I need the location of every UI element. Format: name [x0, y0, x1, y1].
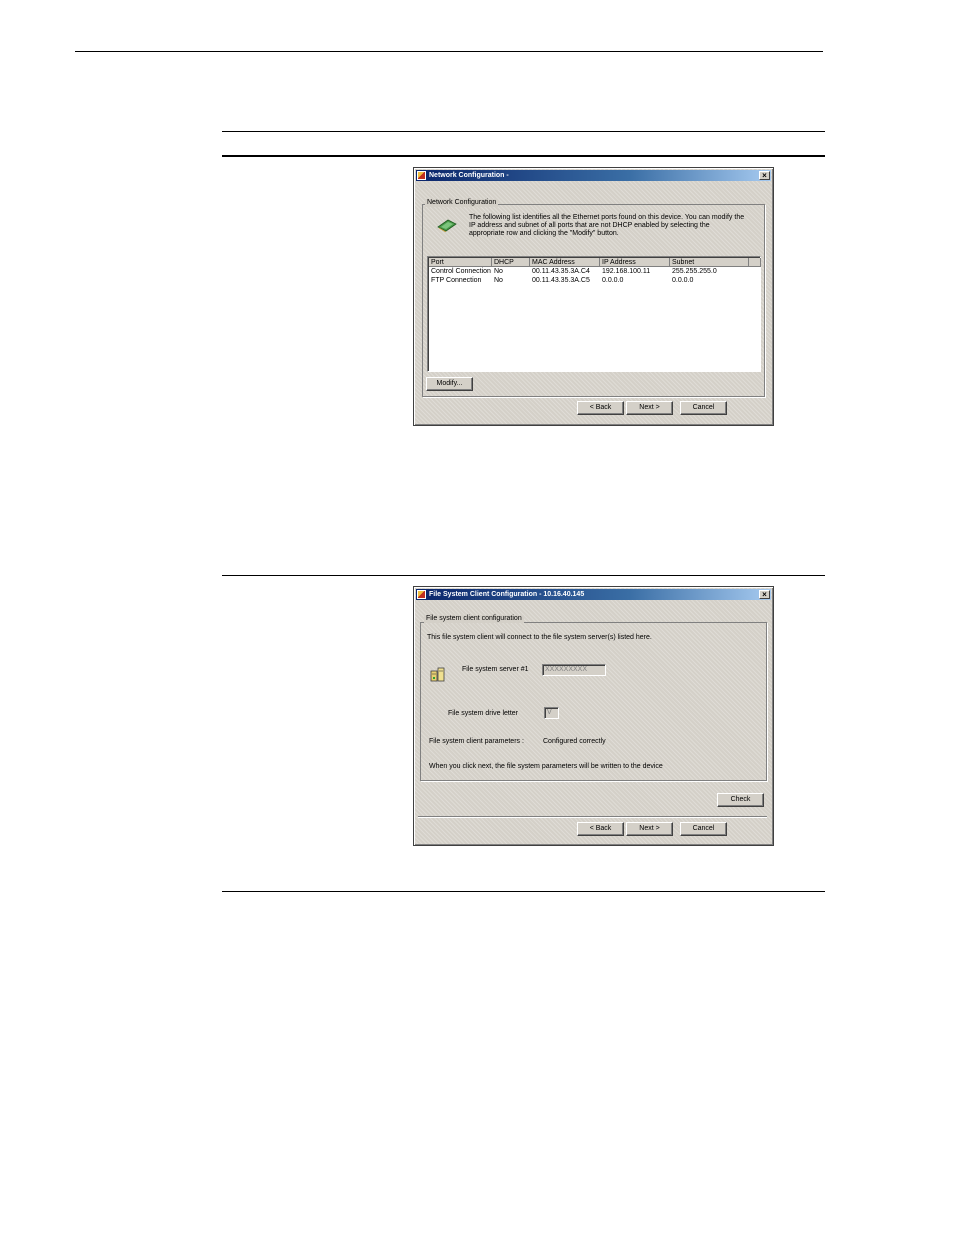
server-label: File system server #1 — [462, 666, 529, 673]
close-button[interactable]: × — [759, 171, 770, 180]
group-label: File system client configuration — [424, 615, 524, 623]
cell-port: FTP Connection — [431, 277, 482, 284]
table-top-rule — [222, 131, 825, 132]
app-icon — [417, 590, 426, 599]
footer-text: When you click next, the file system par… — [429, 763, 663, 770]
cell-ip: 192.168.100.11 — [602, 268, 651, 275]
column-header-ip[interactable]: IP Address — [600, 258, 670, 267]
column-header-mac[interactable]: MAC Address — [530, 258, 600, 267]
cell-port: Control Connection — [431, 268, 491, 275]
header-rule — [75, 51, 823, 52]
params-value: Configured correctly — [543, 738, 606, 745]
description-line-3: appropriate row and clicking the "Modify… — [469, 230, 619, 237]
column-header-port[interactable]: Port — [429, 258, 492, 267]
table-header-rule — [222, 155, 825, 157]
app-icon — [417, 171, 426, 180]
cell-dhcp: No — [494, 277, 503, 284]
table-row[interactable]: FTP Connection No 00.11.43.35.3A.C5 0.0.… — [429, 276, 759, 285]
column-header-dhcp[interactable]: DHCP — [492, 258, 530, 267]
cancel-button[interactable]: Cancel — [680, 822, 727, 836]
title-bar[interactable]: Network Configuration - × — [416, 170, 771, 181]
modify-button[interactable]: Modify... — [426, 377, 473, 391]
table-bottom-rule — [222, 891, 825, 892]
file-system-client-dialog: File System Client Configuration - 10.16… — [413, 586, 774, 846]
description-line-2: IP address and subnet of all ports that … — [469, 222, 710, 229]
network-configuration-dialog: Network Configuration - × Network Config… — [413, 167, 774, 426]
back-button[interactable]: < Back — [577, 822, 624, 836]
cell-mac: 00.11.43.35.3A.C4 — [532, 268, 590, 275]
table-row-divider — [222, 575, 825, 576]
cancel-button[interactable]: Cancel — [680, 401, 727, 415]
network-card-icon — [436, 218, 458, 233]
params-label: File system client parameters : — [429, 738, 524, 745]
cell-ip: 0.0.0.0 — [602, 277, 624, 284]
drive-letter-label: File system drive letter — [448, 710, 519, 717]
dialog-title: File System Client Configuration - 10.16… — [429, 591, 585, 598]
ethernet-ports-list[interactable]: Port DHCP MAC Address IP Address Subnet … — [427, 256, 761, 372]
list-header: Port DHCP MAC Address IP Address Subnet — [429, 258, 761, 267]
close-button[interactable]: × — [759, 590, 770, 599]
next-button[interactable]: Next > — [626, 822, 673, 836]
column-header-filler — [749, 258, 761, 267]
check-button[interactable]: Check — [717, 793, 764, 807]
intro-text: This file system client will connect to … — [427, 634, 652, 641]
cell-dhcp: No — [494, 268, 503, 275]
file-server-icon — [430, 666, 446, 682]
group-label: Network Configuration — [425, 199, 499, 207]
button-separator — [418, 816, 767, 818]
column-header-subnet[interactable]: Subnet — [670, 258, 749, 267]
server-field[interactable]: XXXXXXXXX — [542, 664, 606, 676]
description-line-1: The following list identifies all the Et… — [469, 214, 745, 221]
next-button[interactable]: Next > — [626, 401, 673, 415]
back-button[interactable]: < Back — [577, 401, 624, 415]
title-bar[interactable]: File System Client Configuration - 10.16… — [416, 589, 771, 600]
cell-mac: 00.11.43.35.3A.C5 — [532, 277, 590, 284]
cell-subnet: 255.255.255.0 — [672, 268, 717, 275]
table-row[interactable]: Control Connection No 00.11.43.35.3A.C4 … — [429, 267, 759, 276]
drive-letter-field[interactable]: V — [544, 707, 559, 719]
cell-subnet: 0.0.0.0 — [672, 277, 694, 284]
dialog-title: Network Configuration - — [429, 172, 509, 179]
file-system-client-group — [420, 622, 767, 781]
